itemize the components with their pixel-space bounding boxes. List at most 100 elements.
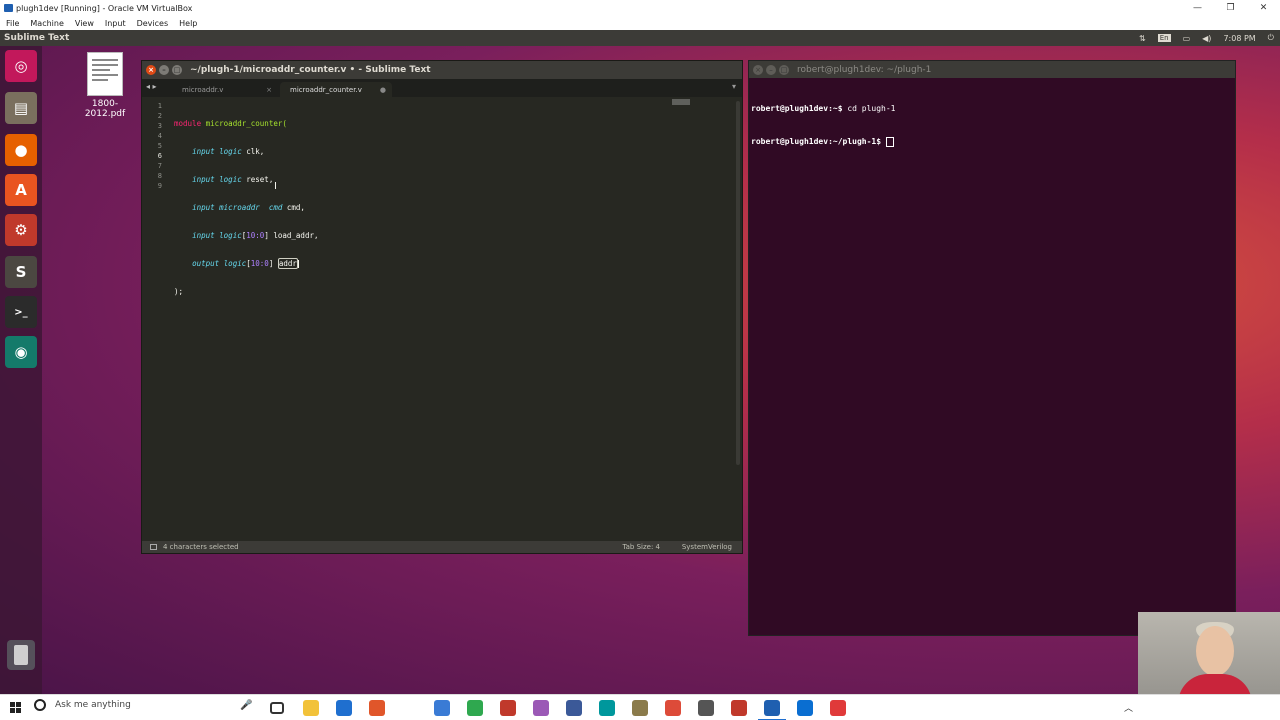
tab-microaddr[interactable]: microaddr.v × xyxy=(172,82,278,97)
tab-close-icon[interactable]: × xyxy=(266,86,272,94)
settings-icon[interactable]: ⚙ xyxy=(5,214,37,246)
remote-icon[interactable] xyxy=(797,700,813,716)
menu-devices[interactable]: Devices xyxy=(137,19,169,28)
store-icon[interactable] xyxy=(336,700,352,716)
notepad-icon[interactable] xyxy=(632,700,648,716)
menu-machine[interactable]: Machine xyxy=(30,19,64,28)
app-icon-red[interactable] xyxy=(500,700,516,716)
minimize-button[interactable]: — xyxy=(1181,0,1214,16)
minimap[interactable] xyxy=(672,99,690,105)
vertical-scrollbar[interactable] xyxy=(736,101,740,465)
terminal-titlebar[interactable]: × – □ robert@plugh1dev: ~/plugh-1 xyxy=(749,61,1235,78)
terminal-icon[interactable]: >_ xyxy=(5,296,37,328)
screencast-icon[interactable] xyxy=(830,700,846,716)
line-number: 5 xyxy=(157,142,162,150)
gitkraken-icon[interactable]: ◉ xyxy=(5,336,37,368)
active-app-name: Sublime Text xyxy=(4,33,70,43)
power-icon[interactable]: ⏻ xyxy=(1268,33,1274,43)
closing-paren: ); xyxy=(174,287,184,296)
module-name: microaddr_counter( xyxy=(205,119,287,128)
tab-label: microaddr.v xyxy=(182,85,224,94)
cortana-search-box[interactable]: Ask me anything 🎤 xyxy=(34,699,252,711)
sublime-titlebar[interactable]: × – □ ~/plugh-1/microaddr_counter.v • - … xyxy=(142,61,742,79)
sublime-title-text: ~/plugh-1/microaddr_counter.v • - Sublim… xyxy=(190,65,431,75)
maximize-icon[interactable]: □ xyxy=(779,65,789,75)
menu-help[interactable]: Help xyxy=(179,19,197,28)
tool-icon[interactable] xyxy=(731,700,747,716)
close-icon[interactable]: × xyxy=(146,65,156,75)
identifier: ] load_addr, xyxy=(264,231,319,240)
ubuntu-dash-icon[interactable]: ◎ xyxy=(5,50,37,82)
vpn-icon[interactable] xyxy=(566,700,582,716)
identifier: clk, xyxy=(241,147,265,156)
code-text[interactable]: module microaddr_counter( input logic cl… xyxy=(174,101,319,371)
terminal-window[interactable]: × – □ robert@plugh1dev: ~/plugh-1 robert… xyxy=(748,60,1236,636)
syntax-status[interactable]: SystemVerilog xyxy=(682,543,732,551)
code-line: input logic clk, xyxy=(174,147,319,157)
terminal-command: cd plugh-1 xyxy=(842,104,896,113)
code-line: input microaddr cmd cmd, xyxy=(174,203,319,213)
selected-text[interactable]: addr xyxy=(277,258,298,269)
file-explorer-icon[interactable] xyxy=(303,700,319,716)
clock[interactable]: 7:08 PM xyxy=(1223,34,1255,43)
mouse-ibeam-icon: I xyxy=(274,181,277,192)
ubuntu-desktop: Sublime Text ⇅ En ▭ ◀) 7:08 PM ⏻ ◎ ▤ ● A ⚙ S >… xyxy=(0,30,1280,694)
battery-icon[interactable]: ▭ xyxy=(1183,34,1191,43)
trash-icon[interactable] xyxy=(7,640,35,670)
minimize-icon[interactable]: – xyxy=(159,65,169,75)
files-icon[interactable]: ▤ xyxy=(5,92,37,124)
line-number: 3 xyxy=(157,122,162,130)
close-icon[interactable]: × xyxy=(753,65,763,75)
range: 10:0 xyxy=(246,231,265,240)
microphone-icon[interactable]: 🎤 xyxy=(240,700,252,711)
task-view-icon[interactable] xyxy=(270,702,284,714)
tab-dropdown-icon[interactable]: ▾ xyxy=(732,82,736,91)
arduino-icon[interactable] xyxy=(599,700,615,716)
windows-start-icon[interactable] xyxy=(10,702,21,713)
code-line: ); xyxy=(174,287,319,297)
vbox-title-text: plugh1dev [Running] - Oracle VM VirtualB… xyxy=(16,3,193,13)
tab-modified-dot-icon[interactable]: ● xyxy=(380,86,386,94)
terminal-output[interactable]: robert@plugh1dev:~$ cd plugh-1 robert@pl… xyxy=(749,78,1235,172)
network-transfer-icon[interactable]: ⇅ xyxy=(1139,34,1146,43)
menu-input[interactable]: Input xyxy=(105,19,126,28)
tab-size-status[interactable]: Tab Size: 4 xyxy=(623,543,660,551)
keyword: input xyxy=(192,231,215,240)
chrome-icon[interactable] xyxy=(665,700,681,716)
sublime-text-window[interactable]: × – □ ~/plugh-1/microaddr_counter.v • - … xyxy=(141,60,743,554)
terminal-title-text: robert@plugh1dev: ~/plugh-1 xyxy=(797,64,932,75)
screen-icon[interactable] xyxy=(698,700,714,716)
virtualbox-icon xyxy=(4,4,13,12)
menu-view[interactable]: View xyxy=(75,19,94,28)
code-editor[interactable]: 1 2 3 4 5 6 7 8 9 module microaddr_count… xyxy=(142,97,742,537)
app-icon-green[interactable] xyxy=(467,700,483,716)
tab-microaddr-counter[interactable]: microaddr_counter.v ● xyxy=(280,82,392,97)
volume-icon[interactable]: ◀) xyxy=(1202,34,1211,43)
desktop-file-label: 1800-2012.pdf xyxy=(84,99,126,119)
tab-nav-arrows-icon[interactable]: ◂ ▸ xyxy=(146,82,157,91)
terminal-prompt: robert@plugh1dev:~$ xyxy=(751,104,843,113)
sublime-text-icon[interactable]: S xyxy=(5,256,37,288)
text-caret xyxy=(297,260,299,268)
cortana-icon xyxy=(34,699,46,711)
app-icon-blue[interactable] xyxy=(434,700,450,716)
selection-status: 4 characters selected xyxy=(163,543,239,551)
minimize-icon[interactable]: – xyxy=(766,65,776,75)
desktop-pdf-file[interactable]: 1800-2012.pdf xyxy=(72,52,138,119)
restore-button[interactable]: ❐ xyxy=(1214,0,1247,16)
keyboard-layout[interactable]: En xyxy=(1157,34,1171,42)
panel-toggle-icon[interactable] xyxy=(150,544,157,550)
line-number: 9 xyxy=(157,182,162,190)
keyword: module xyxy=(174,119,202,128)
code-line: input logic reset, xyxy=(174,175,319,185)
software-center-icon[interactable]: A xyxy=(5,174,37,206)
pdf-reader-icon[interactable] xyxy=(369,700,385,716)
menu-file[interactable]: File xyxy=(6,19,19,28)
vbox-titlebar: plugh1dev [Running] - Oracle VM VirtualB… xyxy=(0,0,1280,16)
close-button[interactable]: ✕ xyxy=(1247,0,1280,16)
app-icon-colorful[interactable] xyxy=(533,700,549,716)
maximize-icon[interactable]: □ xyxy=(172,65,182,75)
firefox-icon[interactable]: ● xyxy=(5,134,37,166)
show-hidden-icons-icon[interactable]: ︿ xyxy=(1124,701,1133,714)
virtualbox-icon[interactable] xyxy=(758,700,786,720)
